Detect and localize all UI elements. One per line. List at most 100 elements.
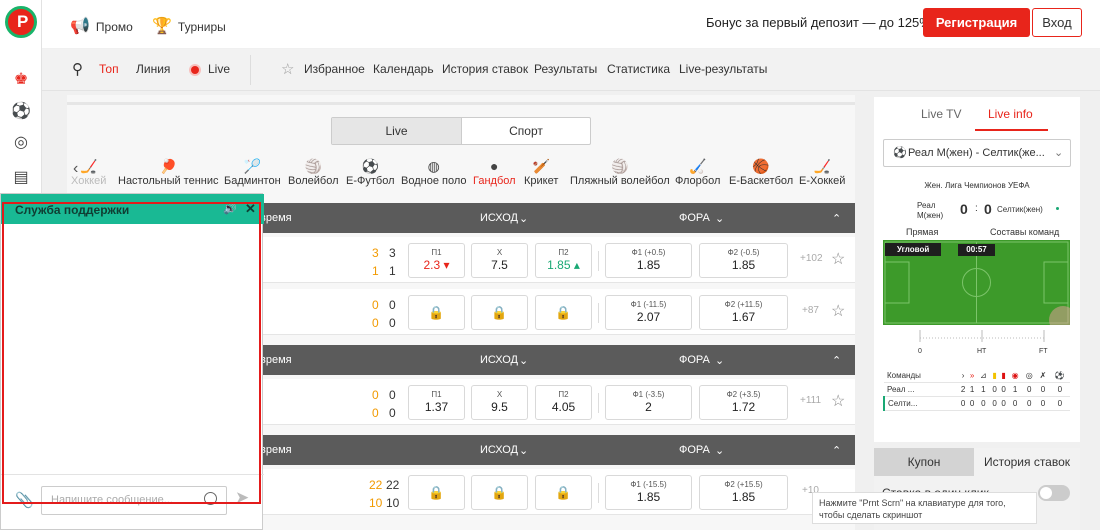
odds-f2[interactable]: Ф2 (+15.5) 1.85 [699,475,788,510]
nav-live[interactable]: Live [208,62,230,76]
chevron-up-icon[interactable]: ⌃ [832,444,841,457]
sport-e-football[interactable]: ⚽ Е-Футбол [346,157,395,187]
odds-p1[interactable]: П1 1.37 [408,385,465,420]
nav-favorites[interactable]: Избранное [304,62,365,76]
tournaments-link[interactable]: 🏆 Турниры [152,16,226,36]
live-icon[interactable]: ♚ [11,70,31,90]
substitution-icon: ✗ [1036,369,1050,383]
odds-f2[interactable]: Ф2 (-0.5) 1.85 [699,243,788,278]
sport-water-polo[interactable]: ◍ Водное поло [401,157,467,187]
direct-tab[interactable]: Прямая [906,227,938,237]
divider [598,393,599,413]
sport-hockey[interactable]: 🏒 Хоккей [71,157,106,187]
sport-table-tennis[interactable]: 🏓 Настольный теннис [118,157,219,187]
nav-top[interactable]: Топ [99,62,119,76]
one-click-toggle[interactable] [1038,485,1070,501]
segment-live[interactable]: Live [332,118,461,144]
lineups-tab[interactable]: Составы команд [990,227,1059,237]
odds-f2[interactable]: Ф2 (+11.5) 1.67 [699,295,788,330]
chevron-down-icon[interactable]: ⌄ [715,212,724,225]
tab-coupon[interactable]: Купон [874,448,974,476]
login-button[interactable]: Вход [1032,8,1082,37]
live-sport-switch: Live Спорт [331,117,591,145]
chevron-up-icon[interactable]: ⌃ [832,212,841,225]
star-icon[interactable]: ☆ [831,249,845,269]
support-chat-widget: Служба поддержки 🔊 ✕ 📎 Напишите сообщени… [0,193,264,530]
nav-stats[interactable]: Статистика [607,62,670,76]
sport-volleyball[interactable]: 🏐 Волейбол [288,157,339,187]
match-clock: 00:57 [958,244,995,256]
chevron-down-icon[interactable]: ⌄ [519,212,528,225]
chevron-down-icon[interactable]: ⌄ [519,444,528,457]
football-icon[interactable]: ⚽ [11,102,31,122]
target-icon[interactable]: ◎ [11,133,31,153]
nav-history[interactable]: История ставок [442,62,528,76]
sport-beach-volleyball[interactable]: 🏐 Пляжный волейбол [570,157,670,187]
odds-x[interactable]: Х 7.5 [471,243,528,278]
odds-f1[interactable]: Ф1 (-3.5) 2 [605,385,692,420]
score-team1: 0 [960,201,968,217]
nav-calendar[interactable]: Календарь [373,62,434,76]
lock-icon: 🔒 [555,305,572,320]
sport-e-basketball[interactable]: 🏀 Е-Баскетбол [729,157,793,187]
tab-live-tv[interactable]: Live TV [921,107,961,121]
match-field: Угловой 00:57 [883,240,1070,325]
sport-cricket[interactable]: 🏏 Крикет [524,157,558,187]
tab-live-info[interactable]: Live info [988,107,1033,121]
odds-p2[interactable]: П2 4.05 [535,385,592,420]
more-markets[interactable]: +87 [802,305,819,316]
star-icon[interactable]: ☆ [281,60,294,78]
odds-p2-locked[interactable]: 🔒 [535,475,592,510]
odds-x[interactable]: Х 9.5 [471,385,528,420]
register-button[interactable]: Регистрация [923,8,1030,37]
corner-icon: ⊿ [976,369,991,383]
odds-x-locked[interactable]: 🔒 [471,295,528,330]
chevron-down-icon[interactable]: ⌄ [519,354,528,367]
sport-floorball[interactable]: 🏑 Флорбол [675,157,720,187]
nav-line[interactable]: Линия [136,62,170,76]
yellow-card-icon: ▮ [990,369,1000,383]
odds-f1[interactable]: Ф1 (-15.5) 1.85 [605,475,692,510]
odds-f1[interactable]: Ф1 (+0.5) 1.85 [605,243,692,278]
odds-p2[interactable]: П2 1.85 ▴ [535,243,592,278]
chevron-down-icon[interactable]: ⌄ [715,444,724,457]
league-name: Жен. Лига Чемпионов УЕФА [924,181,1030,190]
search-icon[interactable]: ⚲ [72,60,83,78]
sport-badminton[interactable]: 🏸 Бадминтон [224,157,281,187]
match-select[interactable]: ⚽ Реал М(жен) - Селтик(же... ⌄ [883,139,1071,167]
more-markets[interactable]: +102 [800,253,823,264]
odds-p1-locked[interactable]: 🔒 [408,475,465,510]
sport-e-hockey[interactable]: 🏒 Е-Хоккей [799,157,845,187]
promo-link[interactable]: 📢 Промо [70,16,133,36]
odds-f1[interactable]: Ф1 (-11.5) 2.07 [605,295,692,330]
divider [598,483,599,503]
water-polo-icon: ◍ [427,158,440,174]
sport-handball[interactable]: ● Гандбол [473,157,516,187]
highlight-box [2,202,261,504]
star-icon[interactable]: ☆ [831,391,845,411]
table-tennis-icon: 🏓 [159,158,177,174]
divider [67,102,855,105]
floorball-icon: 🏑 [688,158,707,174]
chevron-up-icon[interactable]: ⌃ [832,354,841,367]
coupon-icon[interactable]: ▤ [11,168,31,188]
brand-logo[interactable]: P [5,6,37,38]
event-label: Угловой [885,243,941,256]
segment-sport[interactable]: Спорт [461,118,590,144]
star-icon[interactable]: ☆ [831,301,845,321]
more-markets[interactable]: +111 [800,395,821,406]
odds-x-locked[interactable]: 🔒 [471,475,528,510]
odds-p1-locked[interactable]: 🔒 [408,295,465,330]
sub-navigation: ⚲ Топ Линия Live ☆ Избранное Календарь И… [42,49,1100,91]
beach-volleyball-icon: 🏐 [611,158,629,174]
odds-f2[interactable]: Ф2 (+3.5) 1.72 [699,385,788,420]
nav-results[interactable]: Результаты [534,62,597,76]
nav-live-results[interactable]: Live-результаты [679,62,767,76]
handball-icon: ● [490,158,499,174]
hockey-icon: 🏒 [79,158,98,174]
tab-bet-history[interactable]: История ставок [974,448,1080,476]
e-football-icon: ⚽ [361,158,379,174]
chevron-down-icon[interactable]: ⌄ [715,354,724,367]
odds-p1[interactable]: П1 2.3 ▾ [408,243,465,278]
odds-p2-locked[interactable]: 🔒 [535,295,592,330]
